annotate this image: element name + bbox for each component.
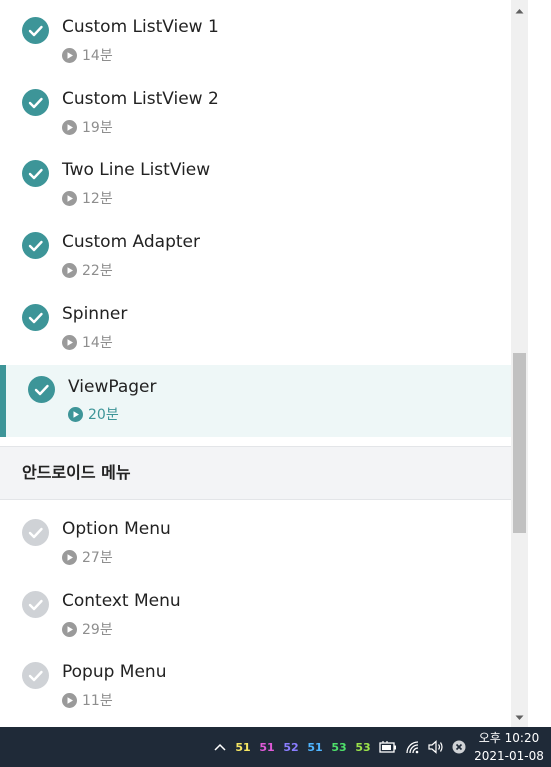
- play-circle-icon: [62, 550, 77, 565]
- lesson-item-active[interactable]: ViewPager 20분: [0, 365, 511, 437]
- check-circle-icon: [28, 376, 55, 403]
- play-circle-icon: [62, 120, 77, 135]
- check-circle-icon: [22, 17, 49, 44]
- lesson-duration: 11분: [62, 693, 113, 709]
- tray-number[interactable]: 51: [232, 727, 254, 767]
- clock[interactable]: 오후 10:20 2021-01-08: [470, 729, 548, 765]
- clock-date: 2021-01-08: [474, 749, 544, 763]
- play-circle-icon: [68, 407, 83, 422]
- lesson-duration: 14분: [62, 48, 113, 64]
- lesson-title: Two Line ListView: [62, 160, 211, 180]
- window-edge: [528, 0, 551, 727]
- tray-number[interactable]: 53: [352, 727, 374, 767]
- section-title: 안드로이드 메뉴: [22, 463, 131, 482]
- lesson-duration: 20분: [68, 407, 119, 423]
- clock-time: 오후 10:20: [478, 731, 540, 745]
- play-circle-icon: [62, 693, 77, 708]
- play-circle-icon: [62, 263, 77, 278]
- scroll-up-arrow-icon[interactable]: [511, 2, 528, 19]
- close-circle-icon[interactable]: [448, 727, 470, 767]
- lesson-title: Custom Adapter: [62, 232, 200, 252]
- lesson-title: Context Menu: [62, 591, 181, 611]
- check-circle-icon: [22, 232, 49, 259]
- battery-plug-icon[interactable]: [377, 727, 399, 767]
- check-circle-outline-icon: [22, 591, 49, 618]
- lesson-item[interactable]: Custom ListView 1 14분: [0, 0, 511, 72]
- lesson-duration: 22분: [62, 263, 113, 279]
- scroll-down-arrow-icon[interactable]: [511, 709, 528, 726]
- play-circle-icon: [62, 622, 77, 637]
- lesson-item[interactable]: Spinner 14분: [0, 287, 511, 359]
- wifi-icon[interactable]: [402, 727, 424, 767]
- curriculum-list: Custom ListView 1 14분 Custom ListView 2 …: [0, 0, 511, 727]
- check-circle-outline-icon: [22, 662, 49, 689]
- lesson-duration: 14분: [62, 335, 113, 351]
- check-circle-icon: [22, 304, 49, 331]
- lesson-item[interactable]: Custom ListView 2 19분: [0, 72, 511, 144]
- check-circle-icon: [22, 89, 49, 116]
- tray-number[interactable]: 53: [328, 727, 350, 767]
- volume-icon[interactable]: [425, 727, 447, 767]
- chevron-up-icon[interactable]: [210, 727, 230, 767]
- lesson-item[interactable]: Popup Menu 11분: [0, 645, 511, 717]
- tray-number[interactable]: 51: [256, 727, 278, 767]
- lesson-item[interactable]: Custom Adapter 22분: [0, 215, 511, 287]
- lesson-duration: 29분: [62, 622, 113, 638]
- tray-number[interactable]: 52: [280, 727, 302, 767]
- play-circle-icon: [62, 335, 77, 350]
- check-circle-outline-icon: [22, 519, 49, 546]
- section-header[interactable]: 안드로이드 메뉴: [0, 446, 511, 500]
- lesson-duration: 27분: [62, 550, 113, 566]
- taskbar: 51 51 52 51 53 53 오후 10:20 2021-01-08: [0, 727, 551, 767]
- lesson-duration: 12분: [62, 191, 113, 207]
- scrollbar-thumb[interactable]: [513, 353, 526, 533]
- lesson-item[interactable]: Option Menu 27분: [0, 502, 511, 574]
- lesson-title: Custom ListView 1: [62, 17, 219, 37]
- tray-number[interactable]: 51: [304, 727, 326, 767]
- lesson-duration: 19분: [62, 120, 113, 136]
- lesson-title: Custom ListView 2: [62, 89, 219, 109]
- vertical-scrollbar[interactable]: [511, 0, 528, 727]
- lesson-title: Popup Menu: [62, 662, 167, 682]
- play-circle-icon: [62, 48, 77, 63]
- active-indicator: [0, 365, 6, 437]
- play-circle-icon: [62, 191, 77, 206]
- lesson-title: Spinner: [62, 304, 128, 324]
- check-circle-icon: [22, 160, 49, 187]
- lesson-title: ViewPager: [68, 377, 157, 397]
- lesson-title: Option Menu: [62, 519, 171, 539]
- lesson-item[interactable]: Context Menu 29분: [0, 574, 511, 646]
- lesson-item[interactable]: Two Line ListView 12분: [0, 143, 511, 215]
